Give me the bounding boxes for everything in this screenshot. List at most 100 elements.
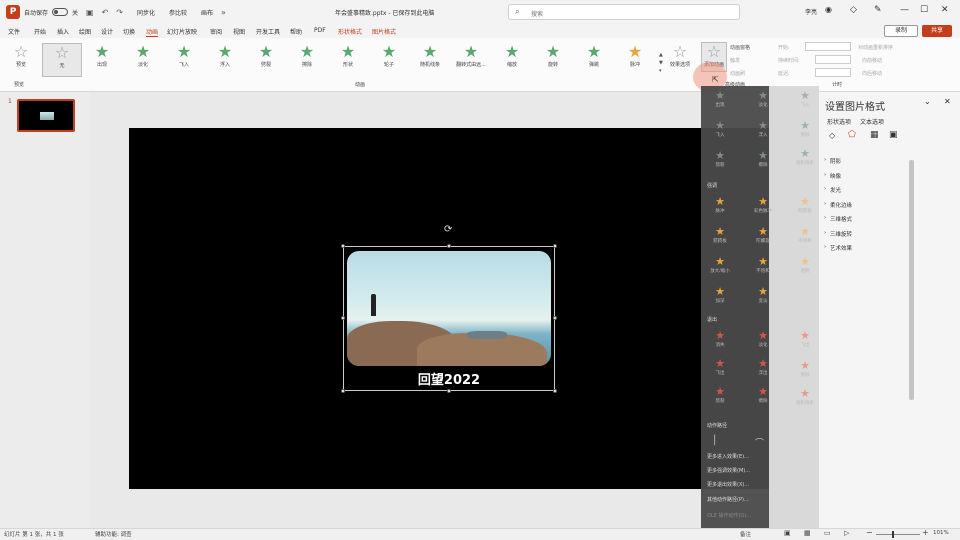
user-name[interactable]: 李亮 [805,7,817,16]
format-section-row[interactable]: 三维格式 [830,215,852,223]
gallery-more-icon[interactable]: ▾ [659,68,662,74]
search-box[interactable]: ⌕ 搜索 [508,4,740,20]
duration-input[interactable] [815,55,851,64]
maximize-icon[interactable]: ☐ [920,5,928,15]
gallery-effect-item[interactable]: ★ 浮入 [748,120,778,139]
more-emphasis-link[interactable]: 更多强调效果(M)... [707,467,750,474]
gallery-effect-item[interactable]: ★ 不饱和 [790,226,820,245]
gallery-effect-item[interactable]: ★ 消失 [705,330,735,349]
gallery-effect-item[interactable]: ★ 浮出 [748,358,778,377]
tab-home[interactable]: 开始 [34,27,46,36]
move-later-button[interactable]: 向后移动 [862,70,882,77]
animation-effect-item[interactable]: ★ 缩放 [492,43,532,77]
rotate-handle-icon[interactable]: ⟳ [444,224,452,235]
save-icon[interactable]: ▣ [86,8,94,17]
gallery-effect-item[interactable]: ★ 出现 [705,90,735,109]
expand-chevron-icon[interactable]: › [824,186,826,192]
avatar[interactable]: ◉ [825,5,832,14]
resize-handle[interactable] [341,244,345,248]
resize-handle[interactable] [341,389,345,393]
zoom-slider-thumb[interactable] [892,531,894,538]
preview-button[interactable]: ☆ 预览 [2,43,40,77]
resize-handle[interactable] [447,244,451,248]
expand-chevron-icon[interactable]: › [824,201,826,207]
tab-developer[interactable]: 开发工具 [256,27,280,36]
tab-shape-format[interactable]: 形状格式 [338,27,362,36]
animation-effect-item[interactable]: ★ 形状 [328,43,368,77]
tab-draw[interactable]: 绘图 [79,27,91,36]
gallery-effect-item[interactable]: ★ 加深 [705,286,735,305]
tab-text-options[interactable]: 文本选项 [860,117,884,126]
gallery-effect-item[interactable]: ★ 陀螺旋 [748,226,778,245]
zoom-in-icon[interactable]: + [922,528,929,537]
gallery-effect-item[interactable]: ★ 劈裂 [705,150,735,169]
reading-view-icon[interactable]: ▭ [824,529,831,537]
animation-effect-item[interactable]: ★ 轮子 [369,43,409,77]
gallery-effect-item[interactable]: ★ 透明 [790,256,820,275]
expand-chevron-icon[interactable]: › [824,172,826,178]
gallery-effect-item[interactable]: ★ 擦除 [748,150,778,169]
gallery-effect-item[interactable]: ★ 跷跷板 [705,226,735,245]
tab-transitions[interactable]: 切换 [123,27,135,36]
fill-line-icon[interactable]: ◇ [829,131,835,140]
notes-button[interactable]: 备注 [740,530,751,538]
resize-handle[interactable] [447,389,451,393]
gallery-effect-item[interactable]: ★ 脉冲 [705,196,735,215]
animation-effect-item[interactable]: ★ 翻转式由远... [451,43,491,77]
motion-path-arc-icon[interactable]: ⌒ [755,436,764,449]
gallery-effect-item[interactable]: ★ 擦除 [748,386,778,405]
gallery-effect-item[interactable]: ★ 随机线条 [790,388,820,407]
gallery-effect-item[interactable]: ★ 劈裂 [705,386,735,405]
animation-effect-item[interactable]: ☆ 无 [42,43,82,77]
animation-effect-item[interactable]: ★ 出现 [82,43,122,77]
tab-view[interactable]: 视图 [233,27,245,36]
tab-review[interactable]: 审阅 [210,27,222,36]
landscape-photo[interactable] [347,251,551,366]
more-entrance-link[interactable]: 更多进入效果(E)... [707,453,749,460]
more-motion-paths-link[interactable]: 其他动作路径(P)... [707,496,749,503]
gallery-effect-item[interactable]: ★ 擦除 [790,120,820,139]
qa-item-1[interactable]: 参比较 [169,8,187,17]
gallery-effect-item[interactable]: ★ 淡化 [748,90,778,109]
move-earlier-button[interactable]: 向前移动 [862,57,882,64]
format-section-row[interactable]: 艺术效果 [830,244,852,252]
size-properties-icon[interactable]: ▦ [870,130,879,140]
pen-icon[interactable]: ✎ [874,5,882,15]
gallery-effect-item[interactable]: ★ 不饱和 [748,256,778,275]
animation-effect-item[interactable]: ★ 浮入 [205,43,245,77]
gallery-effect-item[interactable]: ★ 放大/缩小 [705,256,735,275]
slide-sorter-icon[interactable]: ▦ [804,529,811,537]
diamond-icon[interactable]: ◇ [850,5,857,15]
resize-handle[interactable] [553,389,557,393]
autosave-toggle[interactable] [52,8,69,16]
gallery-effect-item[interactable]: ★ 飞入 [705,120,735,139]
gallery-effect-item[interactable]: ★ 飞出 [790,330,820,349]
gallery-effect-item[interactable]: ★ 跷跷板 [790,196,820,215]
redo-icon[interactable]: ↷ [116,8,123,17]
qa-item-0[interactable]: 同步化 [137,8,155,17]
animation-effect-item[interactable]: ★ 飞入 [164,43,204,77]
format-section-row[interactable]: 三维旋转 [830,230,852,238]
animation-pane-button[interactable]: 动画窗格 [730,44,750,51]
effects-icon[interactable]: ⬠ [848,130,856,140]
tab-pdf[interactable]: PDF [314,27,326,34]
gallery-effect-item[interactable]: ★ 随机线条 [790,148,820,167]
normal-view-icon[interactable]: ▣ [784,529,791,537]
resize-handle[interactable] [553,244,557,248]
expand-chevron-icon[interactable]: › [824,230,826,236]
animation-effect-item[interactable]: ★ 弹跳 [574,43,614,77]
more-exit-link[interactable]: 更多退出效果(X)... [707,481,749,488]
minimize-icon[interactable]: — [900,5,909,15]
picture-icon[interactable]: ▣ [889,130,898,140]
gallery-effect-item[interactable]: ★ 飞出 [705,358,735,377]
zoom-level[interactable]: 101% [933,530,949,536]
format-section-row[interactable]: 柔化边缘 [830,201,852,209]
format-section-row[interactable]: 发光 [830,186,841,194]
close-icon[interactable]: ✕ [941,5,949,15]
gallery-down-icon[interactable]: ▼ [659,60,663,66]
gallery-effect-item[interactable]: ★ 淡化 [748,330,778,349]
accessibility-status[interactable]: 辅助功能: 调查 [95,530,132,538]
expand-chevron-icon[interactable]: › [824,157,826,163]
tab-file[interactable]: 文件 [8,27,20,36]
resize-handle[interactable] [553,316,557,320]
